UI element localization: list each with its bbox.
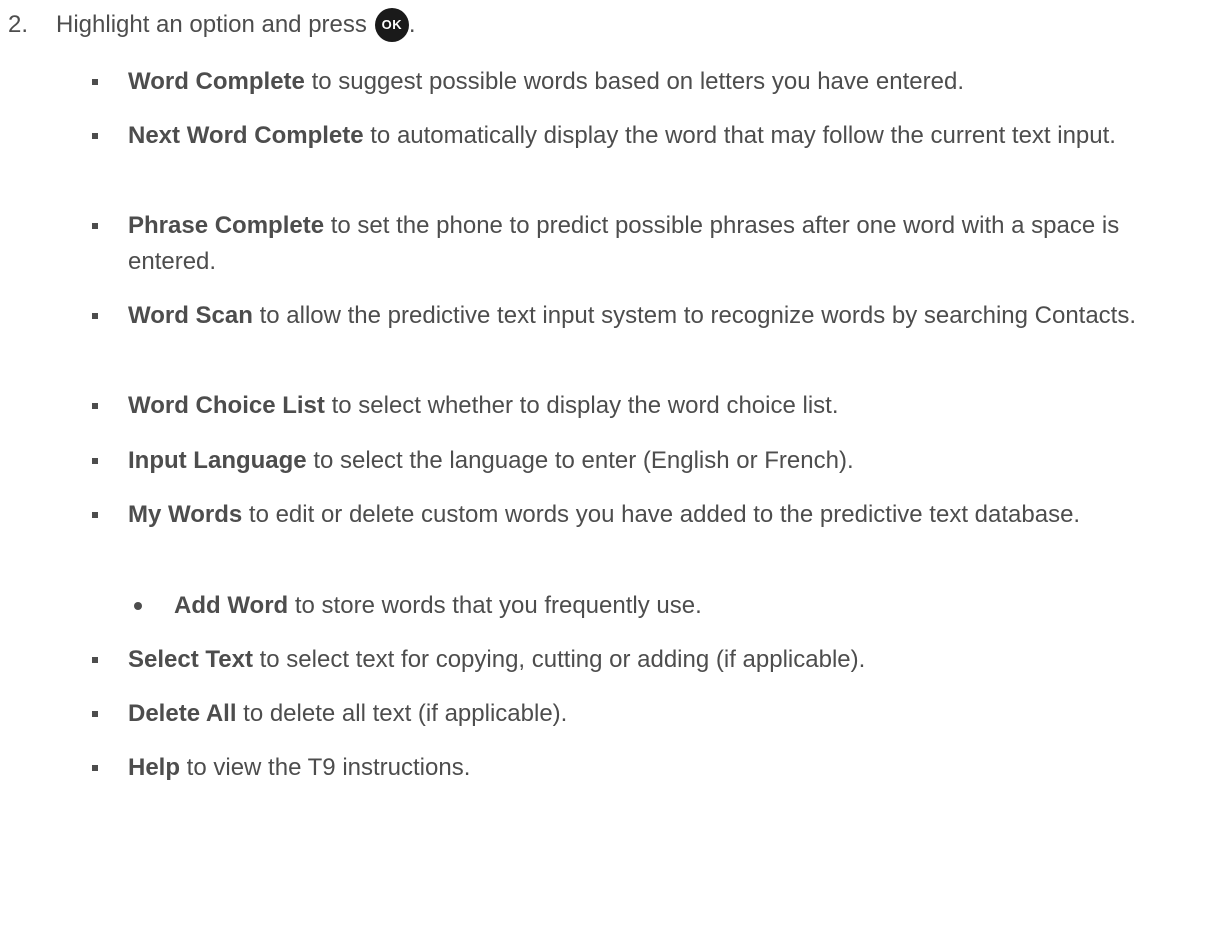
step-text: Highlight an option and press xyxy=(56,11,367,38)
option-delete-all: Delete All to delete all text (if applic… xyxy=(92,696,1192,732)
option-term: Next Word Complete xyxy=(128,122,364,149)
option-desc: to allow the predictive text input syste… xyxy=(252,302,1137,329)
square-bullet-icon xyxy=(92,223,98,229)
option-term: My Words xyxy=(128,501,243,528)
document-page: 2. Highlight an option and press OK . Wo… xyxy=(0,0,1213,926)
option-desc: to view the T9 instructions. xyxy=(180,754,471,781)
option-desc: to store words that you frequently use. xyxy=(288,592,702,619)
option-term: Input Language xyxy=(128,447,307,474)
option-term: Help xyxy=(128,754,181,781)
option-word-scan: Word Scan to allow the predictive text i… xyxy=(92,298,1192,334)
option-input-language: Input Language to select the language to… xyxy=(92,443,1192,479)
option-term: Word Choice List xyxy=(128,392,325,419)
option-help: Help to view the T9 instructions. xyxy=(92,750,1192,786)
option-next-word-complete: Next Word Complete to automatically disp… xyxy=(92,118,1192,154)
square-bullet-icon xyxy=(92,458,98,464)
option-select-text: Select Text to select text for copying, … xyxy=(92,642,1192,678)
option-term: Word Scan xyxy=(128,302,253,329)
option-desc: to delete all text (if applicable). xyxy=(236,700,568,727)
option-term: Select Text xyxy=(128,646,253,673)
square-bullet-icon xyxy=(92,79,98,85)
option-my-words: My Words to edit or delete custom words … xyxy=(92,497,1192,533)
option-desc: to automatically display the word that m… xyxy=(363,122,1116,149)
step-period: . xyxy=(408,11,416,38)
option-term: Phrase Complete xyxy=(128,212,325,239)
square-bullet-icon xyxy=(92,765,98,771)
round-bullet-icon xyxy=(134,602,142,610)
option-term: Delete All xyxy=(128,700,237,727)
square-bullet-icon xyxy=(92,512,98,518)
step-number: 2. xyxy=(8,11,29,38)
square-bullet-icon xyxy=(92,657,98,663)
option-desc: to suggest possible words based on lette… xyxy=(304,68,964,95)
square-bullet-icon xyxy=(92,711,98,717)
square-bullet-icon xyxy=(92,313,98,319)
option-phrase-complete: Phrase Complete to set the phone to pred… xyxy=(92,208,1192,280)
option-term: Word Complete xyxy=(128,68,305,95)
option-term: Add Word xyxy=(174,592,289,619)
square-bullet-icon xyxy=(92,403,98,409)
option-desc: to select the language to enter (English… xyxy=(306,447,854,474)
option-desc: to edit or delete custom words you have … xyxy=(242,501,1081,528)
step-instruction: 2. Highlight an option and press OK . xyxy=(8,8,416,42)
option-word-complete: Word Complete to suggest possible words … xyxy=(92,64,1192,100)
option-desc: to select whether to display the word ch… xyxy=(324,392,839,419)
option-word-choice-list: Word Choice List to select whether to di… xyxy=(92,388,1192,424)
ok-key-icon: OK xyxy=(374,8,409,42)
square-bullet-icon xyxy=(92,133,98,139)
option-desc: to select text for copying, cutting or a… xyxy=(252,646,866,673)
sub-option-add-word: Add Word to store words that you frequen… xyxy=(134,588,1134,624)
